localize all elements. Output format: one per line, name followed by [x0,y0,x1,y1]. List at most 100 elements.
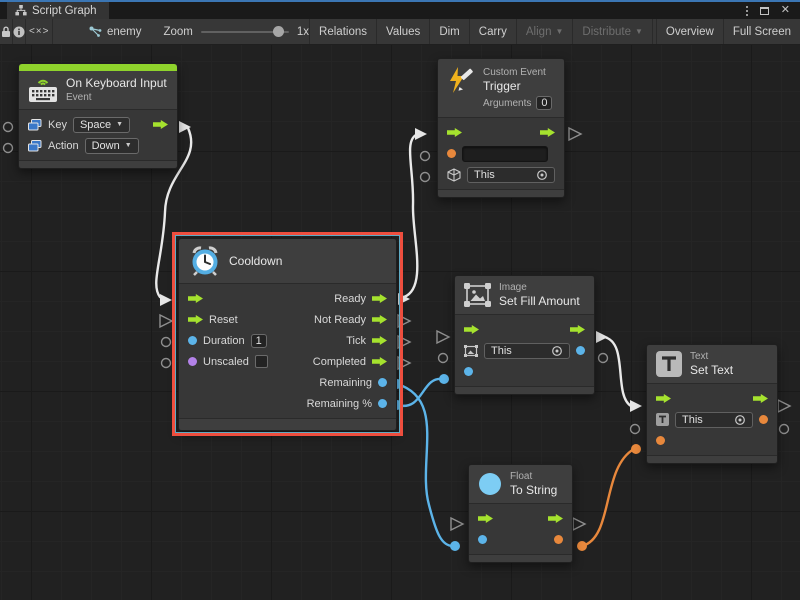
node-image-set-fill-amount[interactable]: Image Set Fill Amount [454,275,595,395]
duration-port-dot[interactable] [188,336,197,345]
keyboard-icon [28,78,58,103]
distribute-button[interactable]: Distribute▼ [573,19,653,44]
cooldown-duration-in-port[interactable] [162,338,171,347]
string-out-dot[interactable] [554,535,563,544]
cooldown-tick-out-port[interactable] [398,336,410,348]
flow-out-arrow[interactable] [753,394,768,403]
cooldown-unscaled-in-port[interactable] [162,359,171,368]
info-icon [13,26,25,38]
overview-button[interactable]: Overview [656,19,724,44]
caret-down-icon: ▼ [125,142,132,149]
action-dropdown[interactable]: Down▼ [85,138,139,154]
maximize-icon[interactable] [760,7,769,15]
target-out-dot[interactable] [759,415,768,424]
align-button[interactable]: Align▼ [517,19,574,44]
fill-amount-port-dot[interactable] [464,367,473,376]
custom-event-target-in-port[interactable] [421,173,430,182]
event-name-input[interactable] [462,146,548,162]
event-name-row [438,143,564,164]
settext-text-in-port[interactable] [631,444,641,454]
image-target-out-port[interactable] [599,354,608,363]
settext-target-in-port[interactable] [631,425,640,434]
tab-script-graph[interactable]: Script Graph [7,2,109,19]
tostring-flow-in-port[interactable] [451,518,463,530]
node-footer [438,189,564,197]
remaining-out-dot[interactable] [378,378,387,387]
target-out-dot[interactable] [576,346,585,355]
ready-out-arrow[interactable] [372,294,387,303]
flow-in-arrow[interactable] [447,128,462,137]
graph-canvas[interactable]: On Keyboard Input Event Key Space▼ [0,45,800,600]
tostring-flow-out-port[interactable] [573,518,585,530]
node-cooldown[interactable]: Cooldown Ready Reset Not Ready [178,238,397,431]
relations-button[interactable]: Relations [309,19,377,44]
window-menu-icon[interactable] [746,6,748,16]
unscaled-port-dot[interactable] [188,357,197,366]
image-flow-in-port[interactable] [437,331,449,343]
node-float-to-string[interactable]: Float To String [468,464,573,563]
image-target-in-port[interactable] [439,354,448,363]
settext-target-out-port[interactable] [780,425,789,434]
string-port-dot[interactable] [447,149,456,158]
remainingpct-out-dot[interactable] [378,399,387,408]
flow-in-arrow[interactable] [478,514,493,523]
node-text-set-text[interactable]: Text Set Text This [646,344,778,464]
graph-breadcrumb[interactable]: enemy [89,26,142,38]
target-dropdown[interactable]: This [484,343,570,359]
target-dropdown[interactable]: This [675,412,753,428]
flow-in-arrow[interactable] [656,394,671,403]
cooldown-flow-in-port[interactable] [160,294,172,306]
node-category: Text [690,350,733,363]
carry-button[interactable]: Carry [470,19,517,44]
flow-out-arrow[interactable] [548,514,563,523]
tostring-value-in-port[interactable] [450,541,460,551]
flow-out-arrow[interactable] [153,120,168,129]
fill-amount-row [455,361,594,382]
zoom-slider-handle[interactable] [273,26,284,37]
target-dropdown[interactable]: This [467,167,555,183]
node-title: Set Fill Amount [499,294,580,309]
insert-node-button[interactable]: <×> [26,19,53,44]
cooldown-completed-out-port[interactable] [398,357,410,369]
lock-button[interactable] [0,19,13,44]
float-in-dot[interactable] [478,535,487,544]
wire-remaining-to-tostring [397,384,453,546]
keyboard-key-in-port[interactable] [4,123,13,132]
flow-out-arrow[interactable] [540,128,555,137]
settext-flow-in-port[interactable] [630,400,642,412]
values-button[interactable]: Values [377,19,430,44]
flow-out-arrow[interactable] [570,325,585,334]
text-port-dot[interactable] [656,436,665,445]
settext-flow-out-port[interactable] [778,400,790,412]
unscaled-checkbox[interactable] [255,355,268,368]
zoom-slider[interactable] [201,31,289,33]
info-button[interactable] [13,19,26,44]
completed-out-arrow[interactable] [372,357,387,366]
image-flow-out-port[interactable] [596,331,608,343]
flow-in-arrow[interactable] [464,325,479,334]
reset-in-arrow[interactable] [188,315,203,324]
arguments-stepper[interactable]: 0 [536,96,552,110]
custom-event-flow-out-port[interactable] [569,128,581,140]
node-on-keyboard-input[interactable]: On Keyboard Input Event Key Space▼ [18,63,178,169]
key-dropdown[interactable]: Space▼ [73,117,130,133]
flow-in-arrow[interactable] [188,294,203,303]
custom-event-flow-in-port[interactable] [415,128,427,140]
duration-input[interactable]: 1 [251,334,267,348]
dim-button[interactable]: Dim [430,19,469,44]
toolbar-gap [53,19,65,44]
node-trigger-custom-event[interactable]: Custom Event Trigger Arguments 0 [437,58,565,198]
full-screen-button[interactable]: Full Screen [724,19,800,44]
custom-event-name-in-port[interactable] [421,152,430,161]
keyboard-action-in-port[interactable] [4,144,13,153]
close-icon[interactable]: ✕ [781,5,790,16]
tick-out-arrow[interactable] [372,336,387,345]
remaining-label: Remaining [319,377,372,389]
image-fillamount-in-port[interactable] [439,374,449,384]
cooldown-notready-out-port[interactable] [398,315,410,327]
flow-row [455,319,594,340]
tostring-result-out-port[interactable] [577,541,587,551]
cooldown-reset-in-port[interactable] [160,315,172,327]
notready-out-arrow[interactable] [372,315,387,324]
key-row: Key Space▼ [19,114,177,135]
